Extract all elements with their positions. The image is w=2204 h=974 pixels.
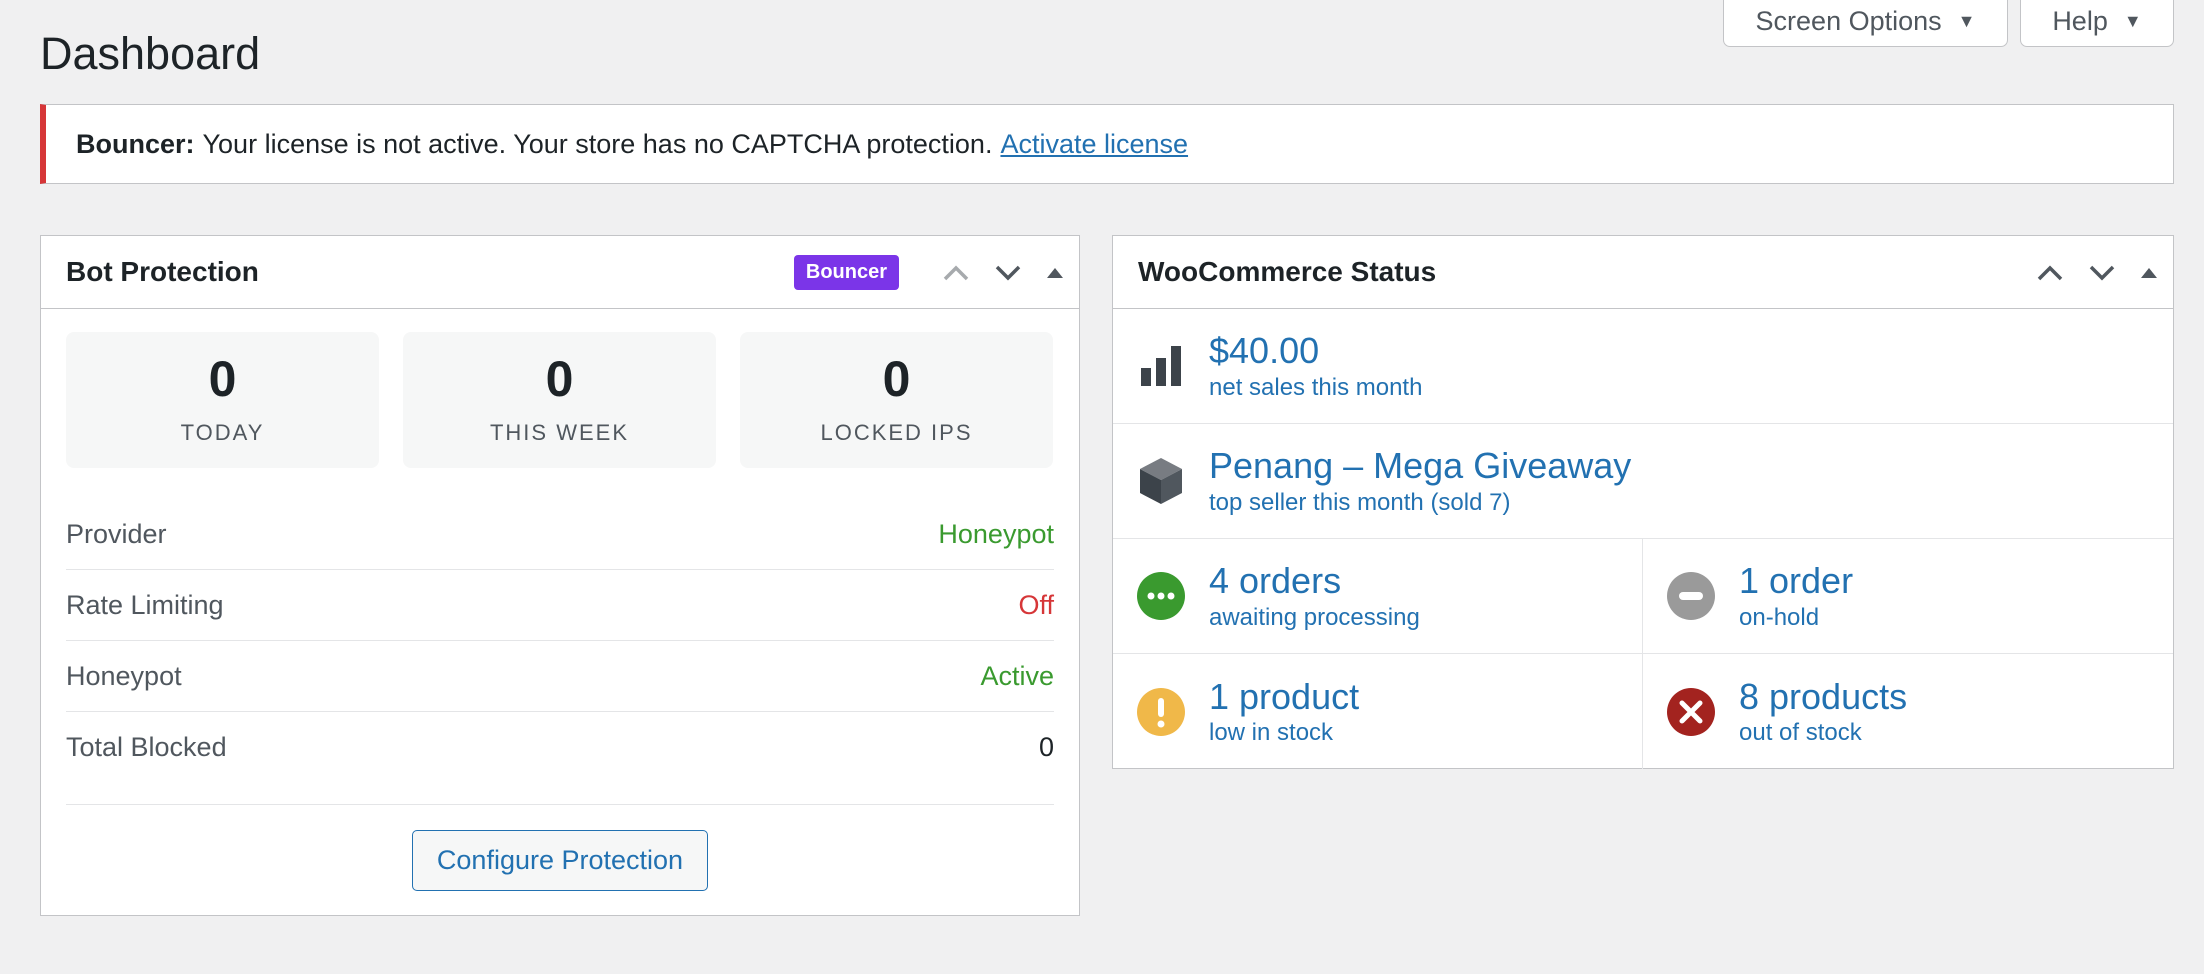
row-key: Provider xyxy=(66,518,167,549)
license-notice: Bouncer: Your license is not active. You… xyxy=(40,104,2174,184)
move-up-icon[interactable] xyxy=(941,263,971,283)
top-seller-row[interactable]: Penang – Mega Giveaway top seller this m… xyxy=(1113,424,2173,539)
bouncer-badge: Bouncer xyxy=(793,255,899,290)
top-seller-value[interactable]: Penang – Mega Giveaway xyxy=(1209,445,1631,486)
stock-row: 1 product low in stock 8 products out of… xyxy=(1113,654,2173,769)
on-hold-orders-cell[interactable]: 1 order on-hold xyxy=(1643,539,2173,653)
processing-orders-cell[interactable]: 4 orders awaiting processing xyxy=(1113,539,1643,653)
stat-value: 0 xyxy=(882,351,911,407)
stat-label: LOCKED IPS xyxy=(820,420,973,445)
low-stock-label[interactable]: low in stock xyxy=(1209,719,1359,747)
collapse-toggle-icon[interactable] xyxy=(2139,265,2159,281)
woocommerce-status-panel: WooCommerce Status $40.00 net sales this… xyxy=(1112,235,2174,769)
net-sales-row[interactable]: $40.00 net sales this month xyxy=(1113,309,2173,424)
box-icon xyxy=(1137,457,1185,505)
processing-value[interactable]: 4 orders xyxy=(1209,560,1420,601)
screen-options-button[interactable]: Screen Options ▼ xyxy=(1723,0,2008,47)
bar-chart-icon xyxy=(1137,342,1185,390)
on-hold-value[interactable]: 1 order xyxy=(1739,560,1853,601)
stat-label: TODAY xyxy=(180,420,265,445)
row-value: Honeypot xyxy=(938,518,1054,549)
stat-value: 0 xyxy=(208,351,237,407)
move-down-icon[interactable] xyxy=(993,263,1023,283)
notice-message: Your license is not active. Your store h… xyxy=(202,128,993,159)
divider xyxy=(66,804,1054,805)
low-stock-value[interactable]: 1 product xyxy=(1209,676,1359,717)
caret-down-icon: ▼ xyxy=(2123,11,2142,31)
settings-row-honeypot: Honeypot Active xyxy=(66,641,1054,712)
net-sales-value[interactable]: $40.00 xyxy=(1209,330,1422,371)
row-value: 0 xyxy=(1038,732,1054,762)
panel-title: WooCommerce Status xyxy=(1138,256,1437,287)
stat-card-today: 0 TODAY xyxy=(66,332,379,468)
move-up-icon[interactable] xyxy=(2035,263,2065,283)
panel-header: WooCommerce Status xyxy=(1113,236,2173,309)
notice-prefix: Bouncer: xyxy=(76,128,195,159)
warning-icon xyxy=(1137,687,1185,736)
screen-options-label: Screen Options xyxy=(1755,6,1942,36)
caret-down-icon: ▼ xyxy=(1957,11,1976,31)
panel-header: Bot Protection Bouncer xyxy=(41,236,1079,309)
stat-card-locked-ips: 0 LOCKED IPS xyxy=(740,332,1053,468)
out-of-stock-label[interactable]: out of stock xyxy=(1739,719,1907,747)
top-seller-label[interactable]: top seller this month (sold 7) xyxy=(1209,489,1631,517)
stat-value: 0 xyxy=(545,351,574,407)
out-of-stock-value[interactable]: 8 products xyxy=(1739,676,1907,717)
processing-icon xyxy=(1137,572,1185,620)
row-key: Total Blocked xyxy=(66,732,227,762)
collapse-toggle-icon[interactable] xyxy=(1045,265,1065,281)
on-hold-icon xyxy=(1667,572,1715,620)
help-label: Help xyxy=(2052,6,2108,36)
error-icon xyxy=(1667,687,1715,736)
move-down-icon[interactable] xyxy=(2087,263,2117,283)
page-title: Dashboard xyxy=(40,28,261,79)
processing-label[interactable]: awaiting processing xyxy=(1209,604,1420,632)
settings-list: Provider Honeypot Rate Limiting Off Hone… xyxy=(66,499,1054,783)
help-button[interactable]: Help ▼ xyxy=(2020,0,2174,47)
stat-card-this-week: 0 THIS WEEK xyxy=(403,332,716,468)
settings-row-provider: Provider Honeypot xyxy=(66,499,1054,570)
row-value: Active xyxy=(980,660,1054,691)
stats-row: 0 TODAY 0 THIS WEEK 0 LOCKED IPS xyxy=(66,332,1053,468)
stat-label: THIS WEEK xyxy=(489,420,629,445)
activate-license-link[interactable]: Activate license xyxy=(1000,129,1188,160)
net-sales-label[interactable]: net sales this month xyxy=(1209,374,1422,402)
bot-protection-panel: Bot Protection Bouncer 0 TODAY 0 THIS WE… xyxy=(40,235,1080,916)
orders-row: 4 orders awaiting processing 1 order on-… xyxy=(1113,539,2173,654)
row-key: Honeypot xyxy=(66,660,182,691)
out-of-stock-cell[interactable]: 8 products out of stock xyxy=(1643,654,2173,769)
row-value: Off xyxy=(1018,589,1054,620)
on-hold-label[interactable]: on-hold xyxy=(1739,604,1853,632)
configure-protection-button[interactable]: Configure Protection xyxy=(412,830,708,891)
row-key: Rate Limiting xyxy=(66,589,224,620)
low-stock-cell[interactable]: 1 product low in stock xyxy=(1113,654,1643,769)
panel-title: Bot Protection xyxy=(66,256,259,287)
settings-row-rate-limiting: Rate Limiting Off xyxy=(66,570,1054,641)
settings-row-total-blocked: Total Blocked 0 xyxy=(66,712,1054,783)
